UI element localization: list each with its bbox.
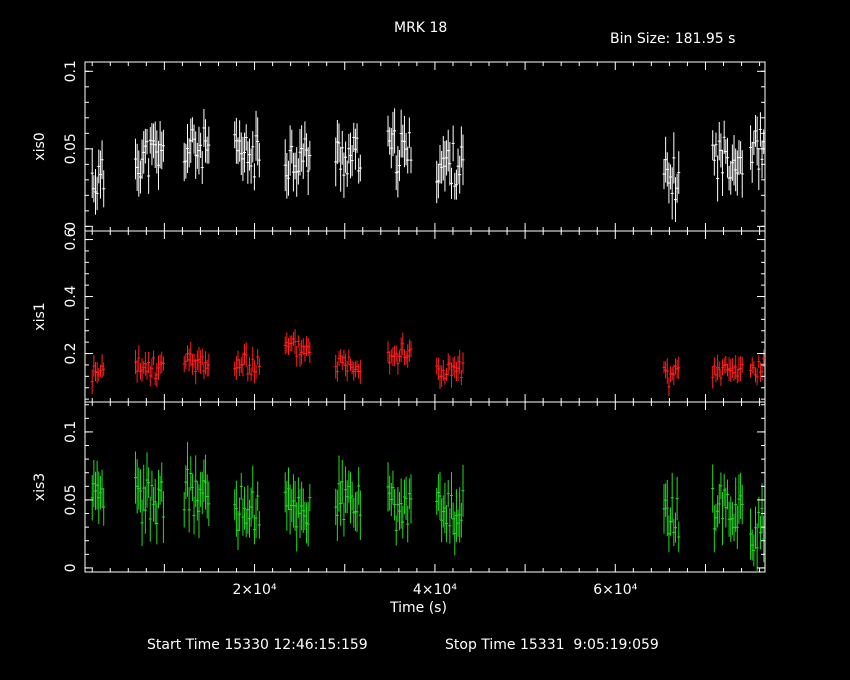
start-time-label: Start Time 15330 12:46:15:159 (147, 637, 368, 653)
ytick-label-xis3: 0.1 (63, 421, 79, 443)
light-curve-plot: 00.050.1xis00.20.40.6xis100.050.1xis32×1… (32, 60, 766, 598)
stop-time-label: Stop Time 15331 9:05:19:059 (445, 637, 659, 653)
ytick-label-xis0: 0.1 (63, 60, 79, 82)
ytick-label-xis3: 0 (63, 563, 79, 572)
xtick-label: 6×10⁴ (593, 582, 637, 598)
panel-label-xis0: xis0 (32, 132, 48, 160)
panel-label-xis1: xis1 (32, 302, 48, 330)
ytick-label-xis1: 0.6 (63, 228, 79, 250)
panel-frame-xis1 (84, 230, 766, 403)
ytick-label-xis1: 0.2 (63, 342, 79, 364)
panel-label-xis3: xis3 (32, 473, 48, 501)
x-axis-label: Time (s) (390, 600, 447, 616)
ytick-label-xis3: 0.05 (63, 484, 79, 515)
bin-size-label: Bin Size: 181.95 s (610, 31, 736, 47)
ytick-label-xis1: 0.4 (63, 285, 79, 307)
xtick-label: 4×10⁴ (413, 582, 457, 598)
chart-title: MRK 18 (394, 20, 448, 36)
ytick-label-xis0: 0.05 (63, 133, 79, 164)
xtick-label: 2×10⁴ (233, 582, 277, 598)
